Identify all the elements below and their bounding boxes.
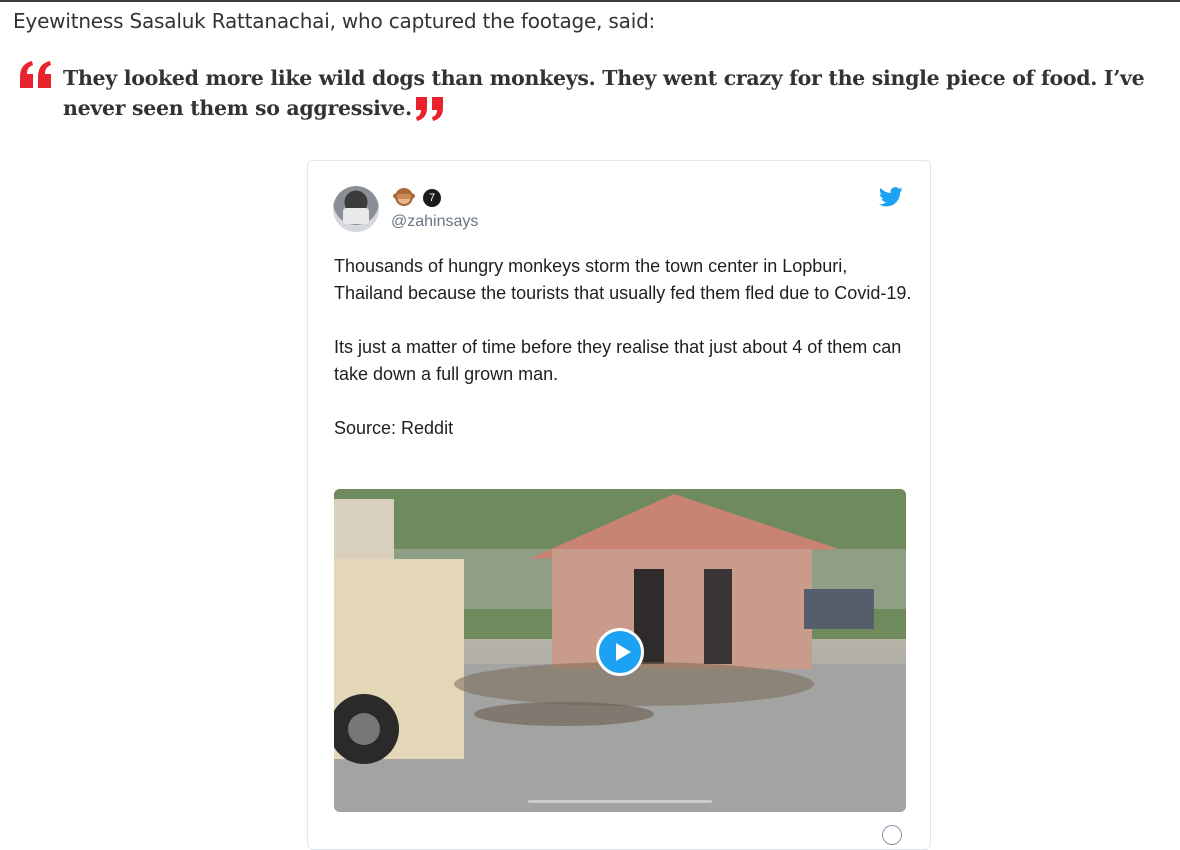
- close-quote-icon: [415, 97, 443, 121]
- intro-text: Eyewitness Sasaluk Rattanachai, who capt…: [13, 9, 656, 33]
- tweet-text: Thousands of hungry monkeys storm the to…: [334, 253, 914, 442]
- tweet-handle[interactable]: @zahinsays: [391, 213, 478, 231]
- play-button[interactable]: [596, 628, 644, 676]
- top-divider: [0, 0, 1180, 2]
- tweet-paragraph: Thousands of hungry monkeys storm the to…: [334, 256, 912, 303]
- video-progress-bar[interactable]: [528, 800, 712, 803]
- tweet-paragraph: Its just a matter of time before they re…: [334, 337, 902, 384]
- count-badge: 7: [423, 189, 441, 207]
- tweet-source: Source: Reddit: [334, 418, 454, 438]
- open-quote-icon: [20, 61, 51, 88]
- quote-text: They looked more like wild dogs than mon…: [63, 66, 1145, 120]
- twitter-bird-icon[interactable]: [879, 187, 903, 207]
- video-thumbnail[interactable]: [334, 489, 906, 812]
- see-no-evil-monkey-icon: [393, 188, 415, 206]
- embedded-tweet[interactable]: 7 @zahinsays Thousands of hungry monkeys…: [307, 160, 931, 850]
- info-icon[interactable]: [882, 825, 902, 845]
- avatar[interactable]: [333, 186, 379, 232]
